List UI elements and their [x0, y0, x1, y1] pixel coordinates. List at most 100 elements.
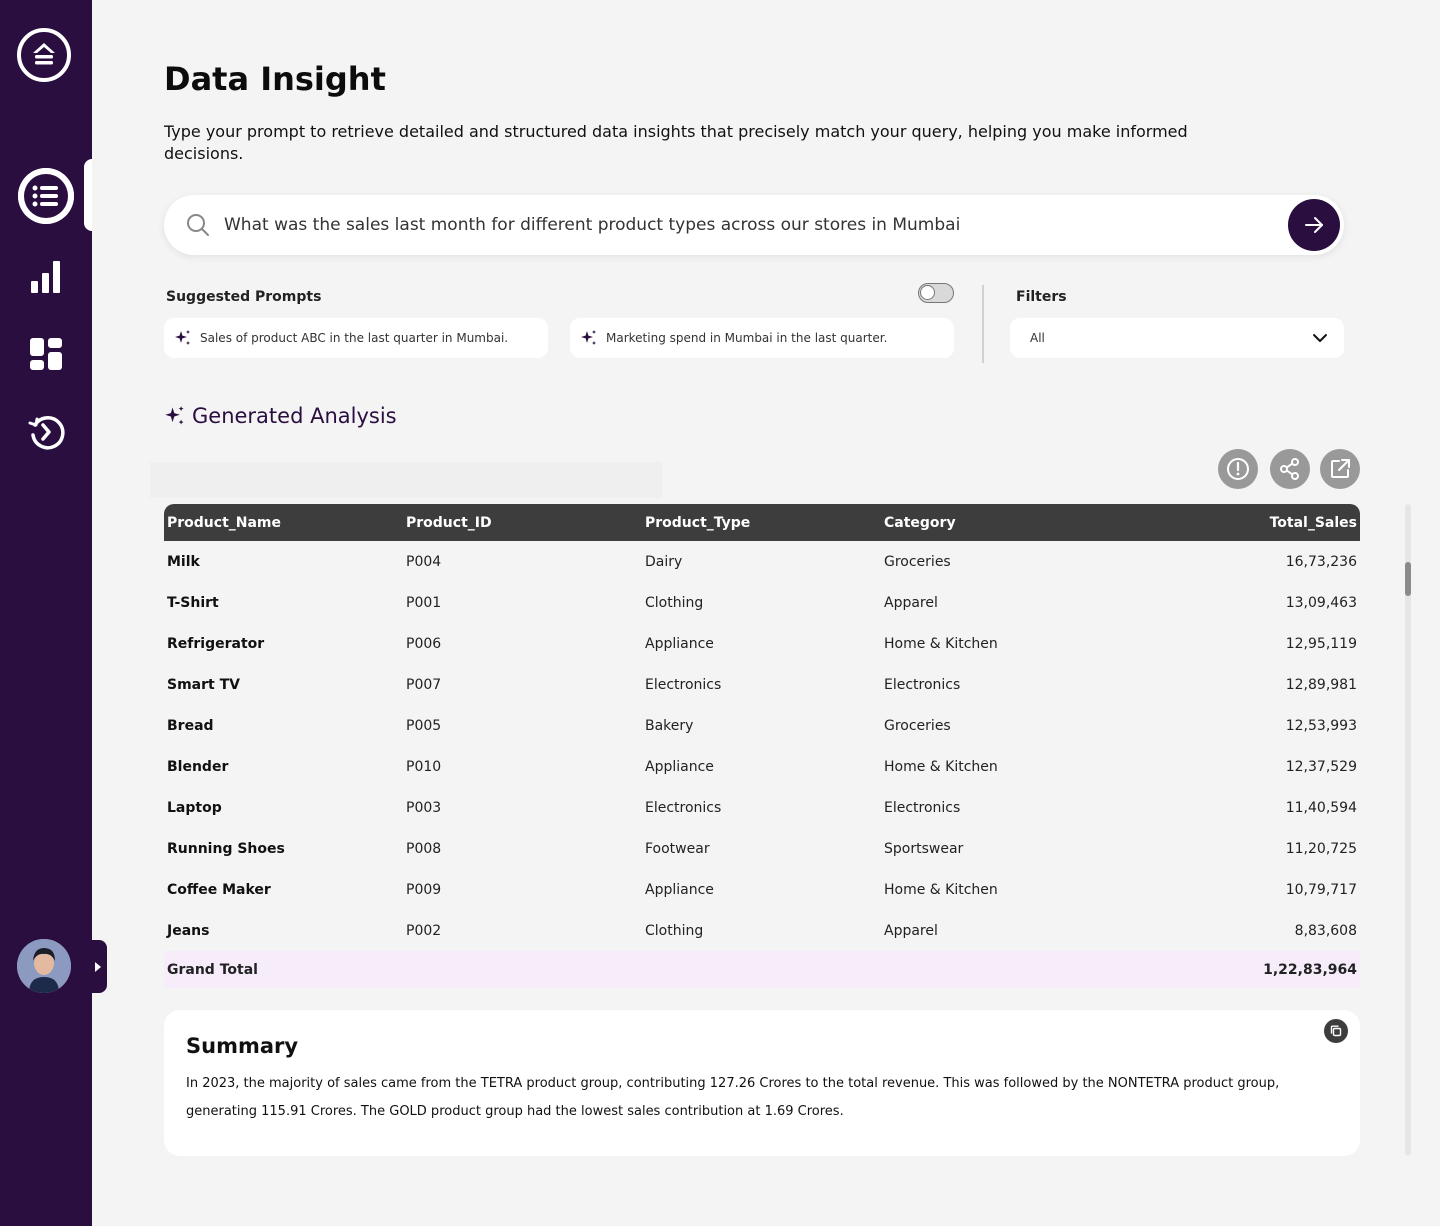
summary-title: Summary — [186, 1034, 299, 1058]
grand-total-value: 1,22,83,964 — [1263, 961, 1357, 978]
cell-category: Groceries — [884, 717, 951, 734]
cell-category: Electronics — [884, 676, 961, 693]
scrollbar-track[interactable] — [1405, 504, 1411, 1156]
arrow-right-icon — [1305, 217, 1323, 233]
copy-icon — [1330, 1025, 1342, 1037]
table-row: Coffee Maker P009 Appliance Home & Kitch… — [164, 869, 1360, 910]
sidebar-expand-button[interactable] — [88, 940, 107, 993]
cell-product-type: Clothing — [645, 594, 704, 611]
cell-total-sales: 16,73,236 — [1285, 553, 1357, 570]
filter-selected-value: All — [1030, 331, 1045, 345]
column-header[interactable]: Product_ID — [403, 504, 642, 541]
table-row: Bread P005 Bakery Groceries 12,53,993 — [164, 705, 1360, 746]
table-row: Blender P010 Appliance Home & Kitchen 12… — [164, 746, 1360, 787]
cell-product-type: Appliance — [645, 635, 714, 652]
empty-cell — [881, 951, 1120, 988]
column-header[interactable]: Category — [881, 504, 1120, 541]
cell-total-sales: 11,40,594 — [1285, 799, 1357, 816]
info-button[interactable] — [1218, 449, 1258, 489]
cell-product-id: P006 — [406, 635, 442, 652]
cell-total-sales: 12,89,981 — [1285, 676, 1357, 693]
cell-product-type: Appliance — [645, 881, 714, 898]
suggested-prompt-chip[interactable]: Marketing spend in Mumbai in the last qu… — [570, 318, 954, 358]
cell-product-type: Electronics — [645, 676, 722, 693]
cell-product-id: P005 — [406, 717, 442, 734]
cell-product-id: P010 — [406, 758, 442, 775]
search-bar — [164, 195, 1344, 255]
external-link-icon — [1331, 459, 1350, 478]
suggested-prompt-chip[interactable]: Sales of product ABC in the last quarter… — [164, 318, 548, 358]
column-header[interactable]: Product_Type — [642, 504, 881, 541]
grand-total-label: Grand Total — [167, 961, 258, 978]
generated-analysis-heading: Generated Analysis — [164, 404, 397, 428]
table-row: T-Shirt P001 Clothing Apparel 13,09,463 — [164, 582, 1360, 623]
cell-product-type: Clothing — [645, 922, 704, 939]
cell-total-sales: 11,20,725 — [1285, 840, 1357, 857]
nav-item-dashboard[interactable] — [0, 324, 92, 384]
table-row: Smart TV P007 Electronics Electronics 12… — [164, 664, 1360, 705]
suggested-prompt-text: Marketing spend in Mumbai in the last qu… — [606, 331, 888, 345]
table-row: Jeans P002 Clothing Apparel 8,83,608 — [164, 910, 1360, 951]
cell-product-name: Laptop — [167, 799, 222, 816]
cell-total-sales: 13,09,463 — [1285, 594, 1357, 611]
sparkle-icon — [175, 330, 190, 345]
cell-product-name: Refrigerator — [167, 635, 265, 652]
search-input[interactable] — [224, 209, 1274, 241]
cell-total-sales: 12,53,993 — [1285, 717, 1357, 734]
list-icon — [18, 168, 74, 224]
table-row: Milk P004 Dairy Groceries 16,73,236 — [164, 541, 1360, 582]
submit-button[interactable] — [1288, 199, 1340, 251]
cell-total-sales: 10,79,717 — [1285, 881, 1357, 898]
cell-category: Electronics — [884, 799, 961, 816]
open-external-button[interactable] — [1320, 449, 1360, 489]
cell-product-id: P002 — [406, 922, 442, 939]
cell-category: Home & Kitchen — [884, 881, 998, 898]
cell-product-name: Jeans — [167, 922, 210, 939]
cell-product-id: P007 — [406, 676, 442, 693]
copy-button[interactable] — [1324, 1019, 1348, 1043]
cell-product-type: Dairy — [645, 553, 683, 570]
info-icon — [1227, 458, 1249, 480]
suggested-prompts-label: Suggested Prompts — [166, 289, 322, 305]
cell-product-id: P009 — [406, 881, 442, 898]
cell-category: Groceries — [884, 553, 951, 570]
column-header[interactable]: Product_Name — [164, 504, 403, 541]
sidebar — [0, 0, 92, 1226]
nav-item-history[interactable] — [0, 402, 92, 462]
cell-product-name: Blender — [167, 758, 229, 775]
nav-item-insights[interactable] — [0, 166, 92, 226]
filter-select[interactable]: All — [1010, 318, 1344, 358]
results-table: Product_Name Product_ID Product_Type Cat… — [164, 504, 1360, 988]
filters-label: Filters — [1016, 289, 1067, 305]
nav-item-charts[interactable] — [0, 245, 92, 305]
column-header[interactable]: Total_Sales — [1120, 504, 1360, 541]
cell-category: Home & Kitchen — [884, 758, 998, 775]
cell-total-sales: 8,83,608 — [1294, 922, 1357, 939]
empty-cell — [642, 951, 881, 988]
sparkle-icon — [165, 406, 184, 425]
cell-product-name: Milk — [167, 553, 200, 570]
cell-product-type: Footwear — [645, 840, 710, 857]
grand-total-row: Grand Total 1,22,83,964 — [164, 951, 1360, 988]
cell-product-name: Smart TV — [167, 676, 240, 693]
sparkle-icon — [581, 330, 596, 345]
user-avatar[interactable] — [17, 939, 71, 993]
cell-category: Sportswear — [884, 840, 964, 857]
page-title: Data Insight — [164, 60, 386, 98]
cell-product-id: P008 — [406, 840, 442, 857]
cell-product-id: P001 — [406, 594, 442, 611]
app-logo-icon[interactable] — [17, 28, 71, 82]
history-icon — [28, 416, 65, 450]
cell-product-id: P004 — [406, 553, 442, 570]
share-button[interactable] — [1270, 449, 1310, 489]
cell-product-type: Bakery — [645, 717, 694, 734]
caret-right-icon — [94, 961, 101, 972]
share-icon — [1280, 458, 1299, 480]
generated-analysis-title: Generated Analysis — [192, 404, 397, 428]
suggested-prompts-toggle[interactable] — [918, 283, 954, 303]
summary-card: Summary In 2023, the majority of sales c… — [164, 1010, 1360, 1156]
scrollbar-thumb[interactable] — [1405, 562, 1411, 596]
nav-active-indicator — [84, 159, 92, 231]
cell-total-sales: 12,37,529 — [1285, 758, 1357, 775]
cell-product-name: Running Shoes — [167, 840, 285, 857]
